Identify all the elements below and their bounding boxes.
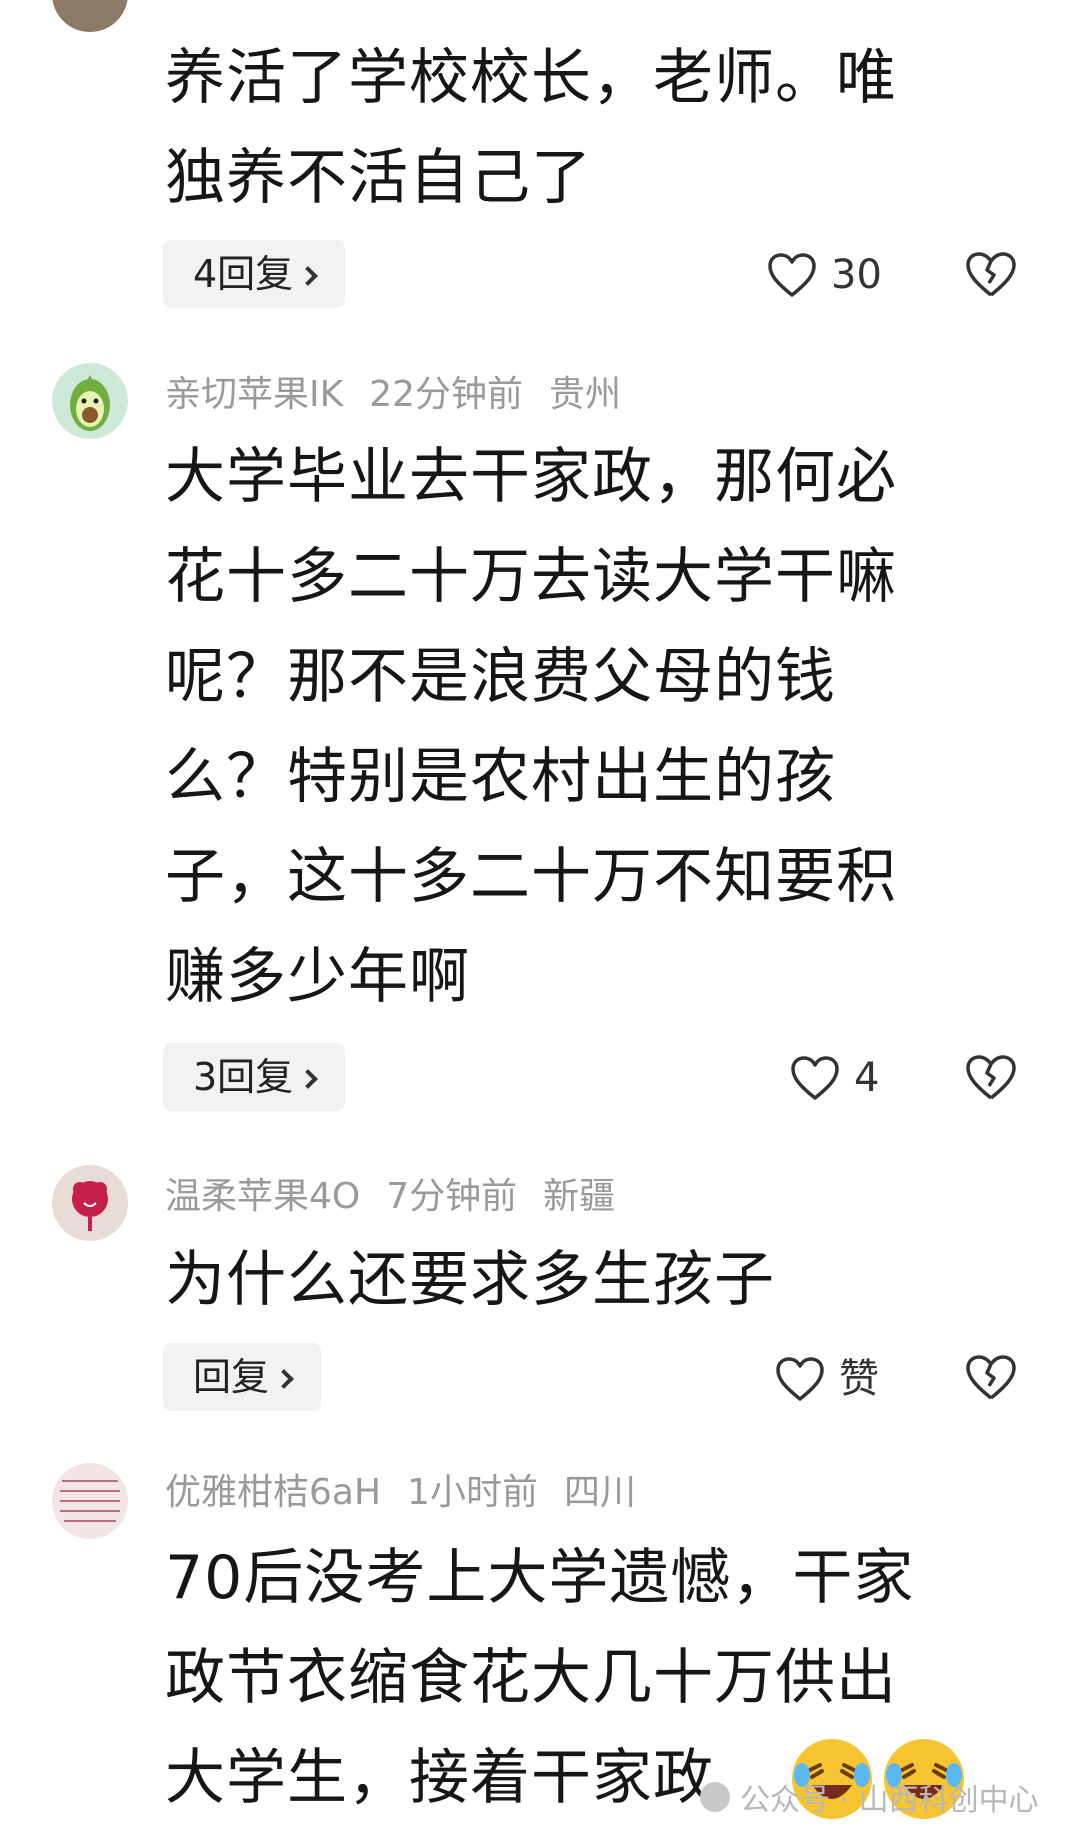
broken-heart-icon[interactable] [965, 250, 1017, 298]
username[interactable]: 温柔苹果4O [165, 1176, 360, 1217]
location: 新疆 [543, 1176, 616, 1217]
comment-body: 养活了学校校长，老师。唯 独养不活自己了 [165, 28, 1025, 228]
comment-line: 独养不活自己了 [165, 143, 592, 213]
timestamp: 7分钟前 [386, 1176, 518, 1217]
avatar[interactable] [52, 363, 128, 439]
replies-label: 回复 [193, 1355, 270, 1399]
avatar-partial[interactable] [52, 0, 128, 32]
replies-button[interactable]: 3回复 [163, 1043, 346, 1111]
broken-heart-icon[interactable] [965, 1053, 1017, 1101]
username[interactable]: 亲切苹果IK [165, 374, 343, 415]
heart-outline-icon [791, 1056, 839, 1100]
timestamp: 1小时前 [407, 1472, 538, 1513]
comment-body: 为什么还要求多生孩子 [165, 1230, 1025, 1330]
comment-line: 大学毕业去干家政，那何必 [165, 442, 897, 512]
comment-line: 政节衣缩食花大几十万供出 [165, 1643, 897, 1713]
comment-line: 花十多二十万去读大学干嘛 [165, 542, 897, 612]
timestamp: 22分钟前 [369, 374, 524, 415]
avocado-avatar-icon [70, 375, 110, 431]
comment-meta: 优雅柑桔6aH 1小时前 四川 [165, 1468, 662, 1518]
comment-line: 么？特别是农村出生的孩 [165, 742, 836, 812]
heart-outline-icon [768, 253, 816, 297]
comment-line: 为什么还要求多生孩子 [165, 1245, 775, 1315]
replies-button[interactable]: 4回复 [163, 240, 346, 308]
chevron-right-icon [298, 266, 319, 286]
avatar[interactable] [52, 1165, 128, 1241]
text-avatar-icon [60, 1480, 120, 1522]
watermark: 公众号 · 山西科创中心 [700, 1775, 1039, 1819]
comment-meta: 温柔苹果4O 7分钟前 新疆 [165, 1172, 641, 1222]
comment-body: 大学毕业去干家政，那何必 花十多二十万去读大学干嘛 呢？那不是浪费父母的钱 么？… [165, 427, 1025, 1027]
comment-meta: 亲切苹果IK 22分钟前 贵州 [165, 370, 647, 420]
chevron-right-icon [298, 1069, 319, 1089]
comment-line: 70后没考上大学遗憾，干家 [165, 1543, 915, 1613]
comment-line: 赚多少年啊 [165, 942, 470, 1012]
like-count: 4 [854, 1055, 880, 1101]
wechat-official-icon [700, 1782, 730, 1812]
avatar[interactable] [52, 1463, 128, 1539]
location: 贵州 [549, 374, 622, 415]
replies-label: 4回复 [193, 252, 294, 296]
comment-line: 呢？那不是浪费父母的钱 [165, 642, 836, 712]
heart-outline-icon [776, 1357, 824, 1401]
location: 四川 [563, 1472, 636, 1513]
watermark-text: 公众号 · 山西科创中心 [740, 1783, 1039, 1818]
comment-line: 子，这十多二十万不知要积 [165, 842, 897, 912]
like-count: 赞 [839, 1356, 879, 1402]
replies-label: 3回复 [193, 1055, 294, 1099]
chevron-right-icon [274, 1369, 294, 1389]
like-button[interactable]: 赞 [775, 1349, 879, 1409]
like-count: 30 [831, 252, 882, 298]
like-button[interactable]: 4 [790, 1048, 879, 1108]
like-button[interactable]: 30 [767, 245, 882, 305]
comment-line: 养活了学校校长，老师。唯 [165, 43, 897, 113]
replies-button[interactable]: 回复 [163, 1343, 322, 1411]
flower-avatar-icon [72, 1181, 108, 1231]
broken-heart-icon[interactable] [965, 1353, 1017, 1401]
username[interactable]: 优雅柑桔6aH [165, 1472, 381, 1513]
